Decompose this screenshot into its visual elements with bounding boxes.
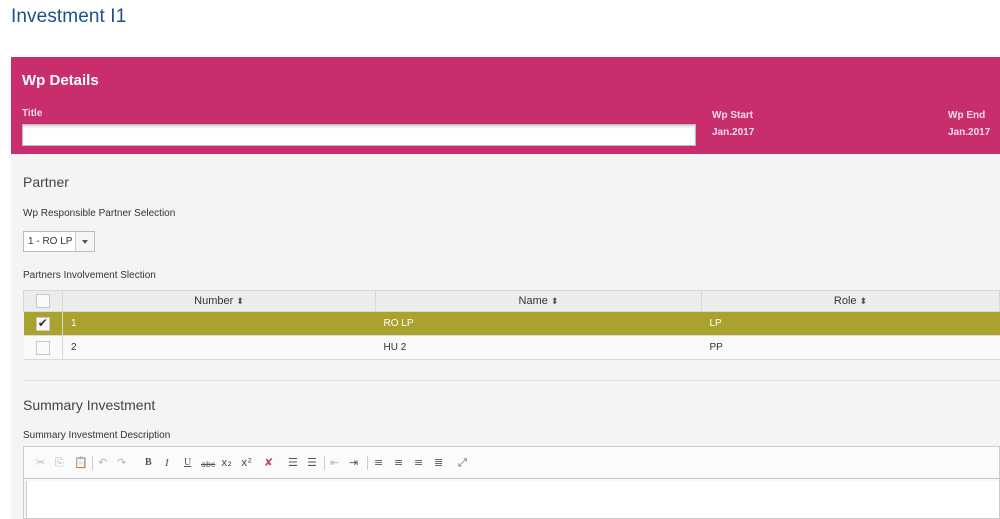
cell-name: HU 2	[375, 335, 702, 360]
copy-icon[interactable]: ⎘	[55, 456, 64, 470]
summary-section-title: Summary Investment	[23, 397, 156, 413]
sort-icon: ⬍	[550, 296, 559, 306]
superscript-icon[interactable]: x²	[241, 456, 252, 470]
row-checkbox[interactable]	[35, 316, 50, 331]
cell-role: PP	[701, 335, 1000, 360]
remove-format-icon[interactable]: ✘	[264, 456, 273, 470]
wp-start-value: Jan.2017	[712, 127, 755, 138]
align-left-icon[interactable]: ≡	[374, 456, 383, 470]
column-header-role[interactable]: Role ⬍	[701, 290, 1000, 312]
title-label: Title	[22, 108, 43, 119]
toolbar-separator	[324, 456, 325, 470]
align-right-icon[interactable]: ≡	[414, 456, 423, 470]
summary-description-label: Summary Investment Description	[23, 430, 171, 441]
table-row[interactable]: 1 RO LP LP	[23, 311, 1000, 336]
summary-description-editor: ✂ ⎘ 📋 ↶ ↷ B I U abc x₂ x² ✘ ☰ ☰ ⇤ ⇥ ≡ ≡ …	[23, 446, 1000, 519]
bulleted-list-icon[interactable]: ☰	[307, 456, 317, 470]
partners-table: Number⬍ Name⬍ Role⬍ 1 RO LP LP 2 HU 2 PP	[23, 290, 1000, 360]
partner-section-title: Partner	[23, 174, 69, 190]
responsible-partner-select[interactable]: 1 - RO LP	[23, 231, 95, 252]
column-header-name[interactable]: Name ⬍	[375, 290, 702, 312]
row-checkbox[interactable]	[35, 340, 50, 355]
wp-end-label: Wp End	[948, 110, 986, 121]
sort-icon: ⬍	[236, 296, 244, 306]
justify-icon[interactable]: ≣	[434, 456, 443, 470]
indent-icon[interactable]: ⇥	[349, 456, 358, 470]
outdent-icon[interactable]: ⇤	[330, 456, 339, 470]
numbered-list-icon[interactable]: ☰	[288, 456, 298, 470]
strikethrough-icon[interactable]: abc	[201, 458, 215, 472]
chevron-down-icon[interactable]	[75, 232, 94, 251]
subscript-icon[interactable]: x₂	[221, 456, 232, 470]
cut-icon[interactable]: ✂	[36, 456, 45, 470]
main-panel: Partner Wp Responsible Partner Selection…	[11, 154, 1000, 519]
cell-name: RO LP	[375, 311, 702, 336]
wp-details-header: Wp Details Title Wp Start Jan.2017 Wp En…	[11, 57, 1000, 154]
sort-icon: ⬍	[859, 296, 868, 306]
partners-involvement-label: Partners Involvement Slection	[23, 270, 156, 281]
cell-role: LP	[701, 311, 1000, 336]
column-header-number[interactable]: Number ⬍	[62, 290, 376, 312]
table-row[interactable]: 2 HU 2 PP	[23, 335, 1000, 360]
title-input[interactable]	[22, 124, 696, 146]
bold-icon[interactable]: B	[145, 456, 152, 470]
section-divider	[23, 380, 1000, 381]
wp-end-value: Jan.2017	[948, 127, 991, 138]
responsible-partner-value: 1 - RO LP	[28, 236, 73, 247]
select-all-checkbox[interactable]	[36, 294, 50, 308]
cell-number: 2	[62, 335, 376, 360]
wp-details-title: Wp Details	[22, 72, 99, 89]
underline-icon[interactable]: U	[184, 456, 191, 470]
select-all-header[interactable]	[23, 290, 63, 312]
page-title: Investment I1	[11, 6, 127, 27]
editor-toolbar: ✂ ⎘ 📋 ↶ ↷ B I U abc x₂ x² ✘ ☰ ☰ ⇤ ⇥ ≡ ≡ …	[24, 447, 999, 479]
wp-start-label: Wp Start	[712, 110, 754, 121]
paste-text-icon[interactable]: 📋	[74, 456, 88, 470]
italic-icon[interactable]: I	[165, 456, 169, 470]
align-center-icon[interactable]: ≡	[394, 456, 403, 470]
undo-icon[interactable]: ↶	[98, 456, 107, 470]
maximize-icon[interactable]: ⤢	[458, 456, 467, 470]
responsible-partner-label: Wp Responsible Partner Selection	[23, 208, 176, 219]
editor-content-area[interactable]	[26, 481, 999, 518]
cell-number: 1	[62, 311, 376, 336]
toolbar-separator	[92, 456, 93, 470]
redo-icon[interactable]: ↷	[117, 456, 126, 470]
toolbar-separator	[367, 456, 368, 470]
